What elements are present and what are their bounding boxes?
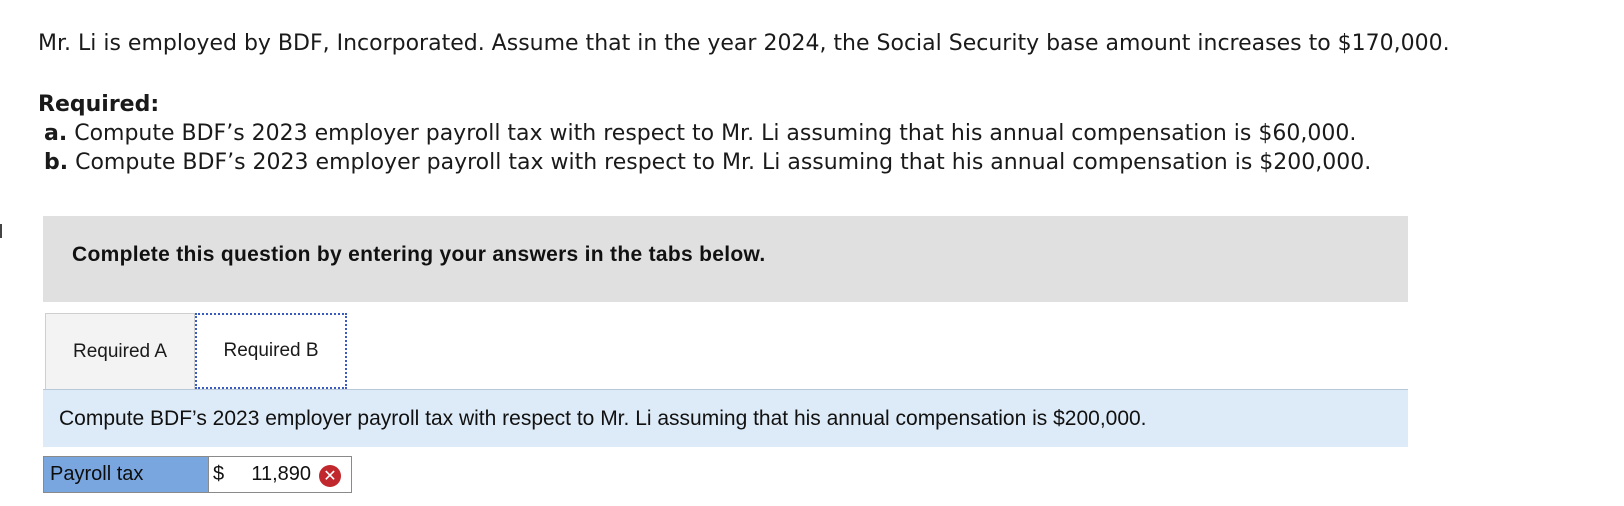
required-item-b: b. Compute BDF’s 2023 employer payroll t… bbox=[38, 148, 1371, 177]
required-item-text: Compute BDF’s 2023 employer payroll tax … bbox=[75, 150, 1372, 175]
tab-label: Required A bbox=[72, 340, 167, 362]
payroll-tax-input[interactable]: $ 11,890 ✕ bbox=[209, 457, 351, 492]
answer-label: Payroll tax bbox=[44, 457, 209, 492]
instruction-banner: Complete this question by entering your … bbox=[43, 216, 1408, 302]
answer-value: 11,890 bbox=[251, 463, 311, 485]
question-bar: Compute BDF’s 2023 employer payroll tax … bbox=[43, 389, 1408, 447]
required-heading: Required: bbox=[38, 92, 160, 117]
required-item-letter: a. bbox=[44, 121, 68, 146]
instruction-text: Complete this question by entering your … bbox=[72, 243, 766, 266]
required-item-letter: b. bbox=[44, 150, 69, 175]
problem-intro: Mr. Li is employed by BDF, Incorporated.… bbox=[38, 31, 1450, 56]
required-item-a: a. Compute BDF’s 2023 employer payroll t… bbox=[38, 119, 1371, 148]
required-item-text: Compute BDF’s 2023 employer payroll tax … bbox=[74, 121, 1357, 146]
margin-marker bbox=[0, 224, 2, 238]
x-circle-icon: ✕ bbox=[319, 465, 341, 487]
answer-row: Payroll tax $ 11,890 ✕ bbox=[43, 456, 352, 493]
required-section: Required: a. Compute BDF’s 2023 employer… bbox=[38, 90, 1371, 177]
tab-required-b[interactable]: Required B bbox=[195, 313, 347, 389]
tab-required-a[interactable]: Required A bbox=[45, 313, 195, 389]
question-text: Compute BDF’s 2023 employer payroll tax … bbox=[59, 407, 1147, 430]
currency-symbol: $ bbox=[213, 463, 225, 485]
tab-label: Required B bbox=[223, 340, 319, 361]
